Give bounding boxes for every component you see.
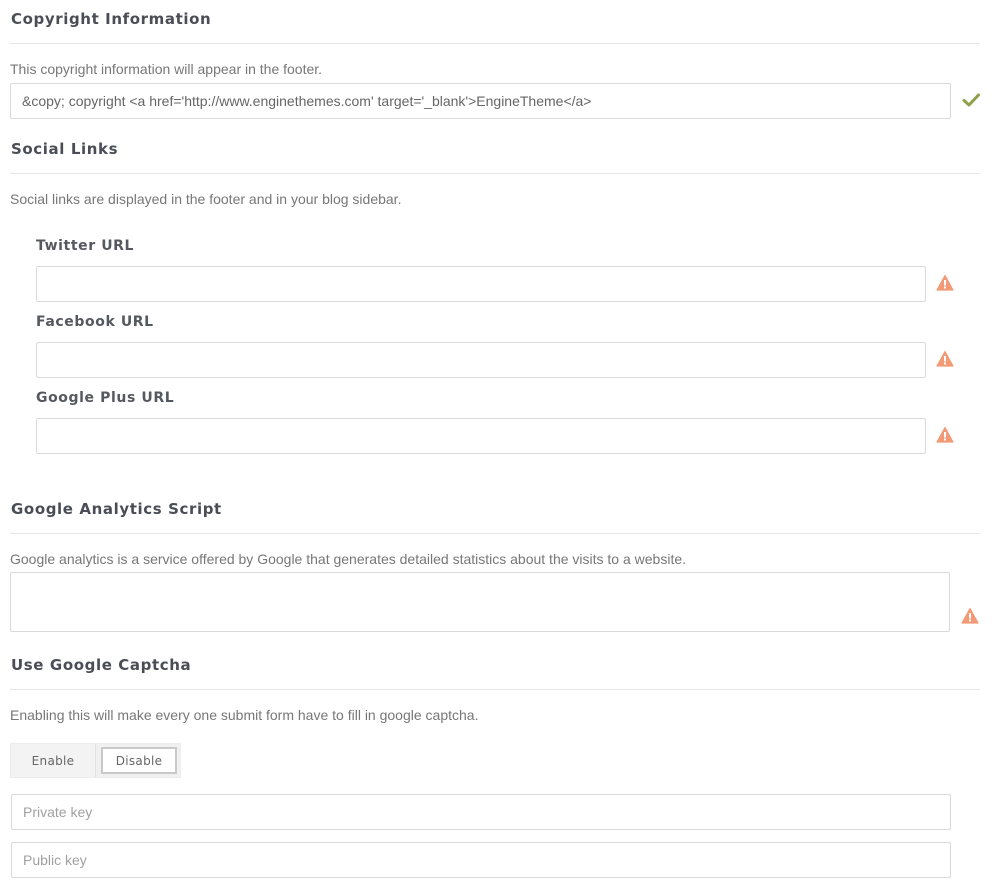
checkmark-icon (962, 91, 980, 109)
warning-icon (936, 350, 954, 368)
google-plus-url-input[interactable] (36, 418, 926, 454)
social-links-title: Social Links (11, 140, 119, 158)
divider (10, 533, 980, 534)
divider (10, 43, 980, 44)
copyright-description: This copyright information will appear i… (10, 61, 323, 77)
facebook-url-label: Facebook URL (36, 314, 154, 330)
analytics-script-textarea[interactable] (10, 572, 950, 632)
analytics-description: Google analytics is a service offered by… (10, 551, 687, 567)
copyright-input[interactable] (10, 83, 951, 119)
public-key-input[interactable] (11, 842, 951, 878)
copyright-title: Copyright Information (11, 10, 212, 28)
divider (10, 173, 980, 174)
enable-button[interactable]: Enable (11, 744, 96, 777)
twitter-url-input[interactable] (36, 266, 926, 302)
warning-icon (936, 274, 954, 292)
captcha-toggle: Enable Disable (10, 743, 181, 778)
captcha-description: Enabling this will make every one submit… (10, 707, 479, 723)
captcha-title: Use Google Captcha (11, 656, 192, 674)
warning-icon (961, 607, 979, 625)
social-links-description: Social links are displayed in the footer… (10, 191, 402, 207)
warning-icon (936, 426, 954, 444)
disable-button[interactable]: Disable (101, 747, 177, 774)
private-key-input[interactable] (11, 794, 951, 830)
analytics-title: Google Analytics Script (11, 500, 222, 518)
twitter-url-label: Twitter URL (36, 238, 135, 254)
facebook-url-input[interactable] (36, 342, 926, 378)
google-plus-url-label: Google Plus URL (36, 390, 175, 406)
divider (10, 689, 980, 690)
